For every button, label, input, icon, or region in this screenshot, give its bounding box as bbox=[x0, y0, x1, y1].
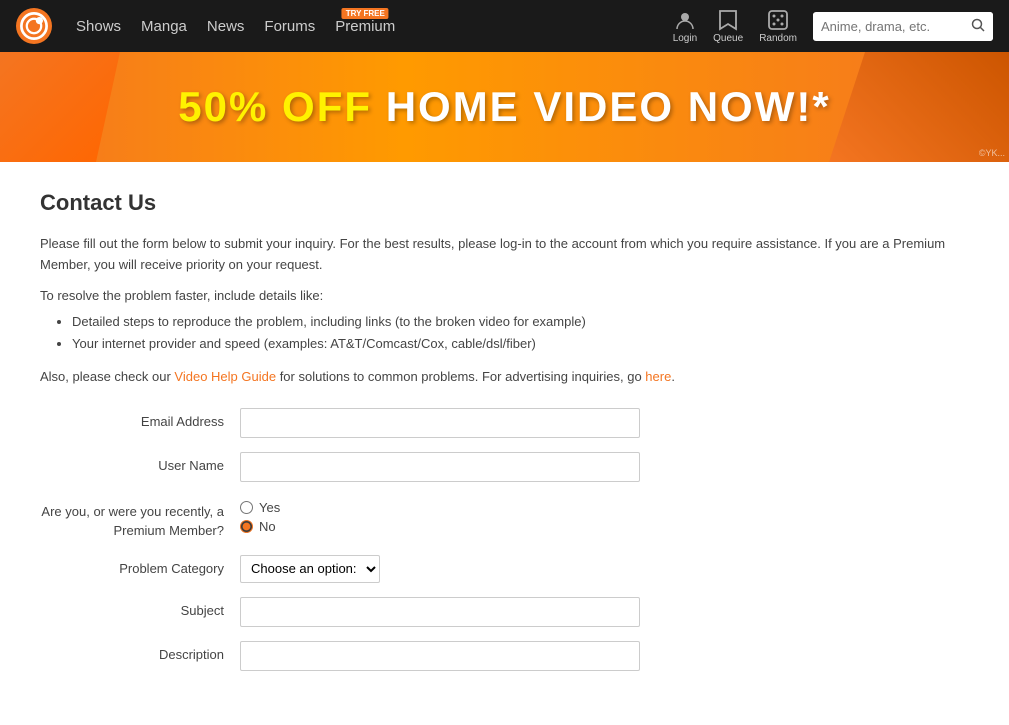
subject-input[interactable] bbox=[240, 597, 640, 627]
premium-radio-group: Yes No bbox=[240, 496, 640, 534]
also-after: . bbox=[671, 369, 675, 384]
nav-news[interactable]: News bbox=[207, 18, 245, 35]
queue-button[interactable]: Queue bbox=[713, 9, 743, 44]
subject-field-wrapper bbox=[240, 597, 640, 627]
nav-manga[interactable]: Manga bbox=[141, 18, 187, 35]
category-label: Problem Category bbox=[40, 555, 240, 576]
tip-1: Detailed steps to reproduce the problem,… bbox=[72, 311, 969, 333]
also-middle: for solutions to common problems. For ad… bbox=[276, 369, 645, 384]
tip-2: Your internet provider and speed (exampl… bbox=[72, 333, 969, 355]
banner-left-decoration bbox=[0, 52, 120, 162]
email-label: Email Address bbox=[40, 408, 240, 429]
premium-row: Are you, or were you recently, aPremium … bbox=[40, 496, 969, 541]
login-button[interactable]: Login bbox=[673, 9, 697, 44]
search-input[interactable] bbox=[813, 13, 963, 40]
premium-yes-label[interactable]: Yes bbox=[240, 500, 640, 515]
subject-row: Subject bbox=[40, 597, 969, 627]
page-title: Contact Us bbox=[40, 190, 969, 216]
logo[interactable] bbox=[16, 8, 52, 44]
description-row: Description bbox=[40, 641, 969, 671]
banner: 50% OFF HOME VIDEO NOW!* ©YK... bbox=[0, 52, 1009, 162]
search-button[interactable] bbox=[963, 12, 993, 41]
crunchyroll-logo-icon bbox=[16, 8, 52, 44]
nav-links: Shows Manga News Forums TRY FREE Premium bbox=[76, 18, 649, 35]
email-input[interactable] bbox=[240, 408, 640, 438]
nav-premium[interactable]: TRY FREE Premium bbox=[335, 18, 395, 35]
random-button[interactable]: Random bbox=[759, 9, 797, 44]
queue-icon bbox=[717, 9, 739, 31]
username-field-wrapper bbox=[240, 452, 640, 482]
description-label: Description bbox=[40, 641, 240, 662]
premium-yes-text: Yes bbox=[259, 500, 280, 515]
premium-no-radio[interactable] bbox=[240, 520, 253, 533]
premium-label: Are you, or were you recently, aPremium … bbox=[40, 496, 240, 541]
nav-right: Login Queue Random bbox=[673, 9, 993, 44]
description-field-wrapper bbox=[240, 641, 640, 671]
username-label: User Name bbox=[40, 452, 240, 473]
also-text: Also, please check our Video Help Guide … bbox=[40, 369, 969, 384]
search-bar bbox=[813, 12, 993, 41]
premium-yes-radio[interactable] bbox=[240, 501, 253, 514]
main-content: Contact Us Please fill out the form belo… bbox=[0, 162, 1009, 725]
tips-lead: To resolve the problem faster, include d… bbox=[40, 288, 969, 303]
username-row: User Name bbox=[40, 452, 969, 482]
nav-shows[interactable]: Shows bbox=[76, 18, 121, 35]
banner-text: 50% OFF HOME VIDEO NOW!* bbox=[178, 83, 830, 131]
email-field-wrapper bbox=[240, 408, 640, 438]
login-icon bbox=[674, 9, 696, 31]
also-before: Also, please check our bbox=[40, 369, 174, 384]
try-free-badge: TRY FREE bbox=[342, 8, 389, 19]
banner-watermark: ©YK... bbox=[979, 148, 1005, 158]
premium-no-label[interactable]: No bbox=[240, 519, 640, 534]
email-row: Email Address bbox=[40, 408, 969, 438]
subject-label: Subject bbox=[40, 597, 240, 618]
premium-no-text: No bbox=[259, 519, 276, 534]
random-icon bbox=[767, 9, 789, 31]
here-link[interactable]: here bbox=[645, 369, 671, 384]
contact-form: Email Address User Name Are you, or were… bbox=[40, 408, 969, 671]
search-icon bbox=[971, 18, 985, 32]
intro-text: Please fill out the form below to submit… bbox=[40, 234, 969, 276]
banner-right-decoration bbox=[829, 52, 1009, 162]
nav-forums[interactable]: Forums bbox=[264, 18, 315, 35]
video-help-link[interactable]: Video Help Guide bbox=[174, 369, 276, 384]
description-input[interactable] bbox=[240, 641, 640, 671]
premium-field-wrapper: Yes No bbox=[240, 496, 640, 534]
tips-list: Detailed steps to reproduce the problem,… bbox=[40, 311, 969, 355]
username-input[interactable] bbox=[240, 452, 640, 482]
navbar: Shows Manga News Forums TRY FREE Premium… bbox=[0, 0, 1009, 52]
